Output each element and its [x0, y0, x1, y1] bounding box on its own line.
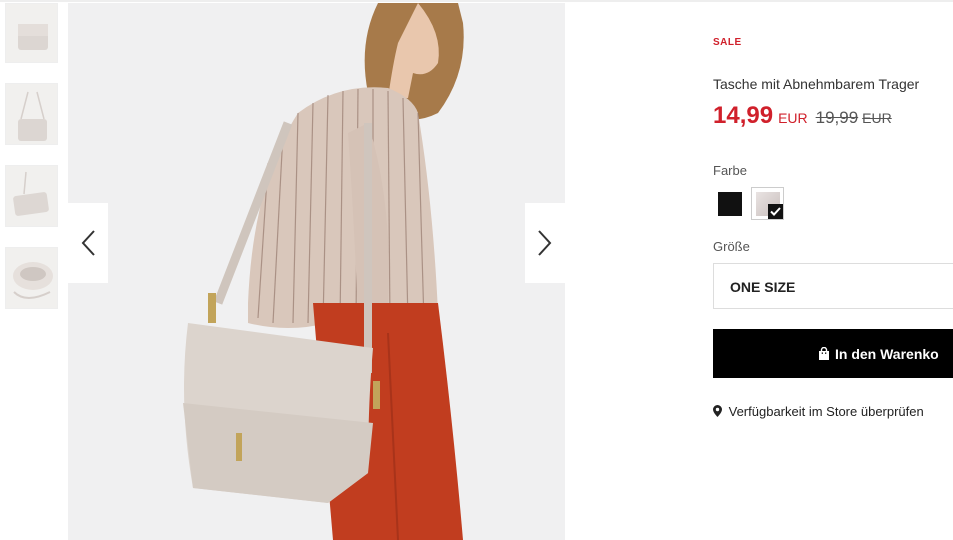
- thumbnail-bag-front[interactable]: [5, 3, 58, 63]
- chevron-right-icon: [538, 230, 552, 256]
- color-label: Farbe: [713, 163, 747, 178]
- product-main-image: [68, 3, 565, 540]
- location-pin-icon: [713, 405, 722, 417]
- current-price: 14,99: [713, 102, 774, 129]
- store-availability-label: Verfügbarkeit im Store überprüfen: [728, 404, 924, 419]
- sale-badge: SALE: [713, 37, 742, 48]
- current-price-currency: EUR: [778, 110, 808, 126]
- thumbnail-bag-strap[interactable]: [5, 83, 58, 145]
- add-to-cart-button[interactable]: In den Warenko: [713, 329, 953, 378]
- size-selector[interactable]: ONE SIZE: [713, 263, 953, 309]
- thumbnail-bag-open[interactable]: [5, 247, 58, 309]
- model-with-bag-illustration: [183, 3, 464, 540]
- top-divider: [0, 0, 953, 2]
- product-title: Tasche mit Abnehmbarem Trager: [713, 76, 920, 92]
- checkmark-icon: [768, 204, 783, 219]
- original-price: 19,99: [815, 108, 859, 127]
- original-price-currency: EUR: [862, 110, 892, 126]
- size-label: Größe: [713, 239, 750, 254]
- thumbnail-list: [5, 3, 58, 329]
- chevron-left-icon: [81, 230, 95, 256]
- next-image-button[interactable]: [525, 203, 565, 283]
- previous-image-button[interactable]: [68, 203, 108, 283]
- add-to-cart-label: In den Warenko: [835, 345, 939, 362]
- price-row: 14,99 EUR 19,99 EUR: [713, 102, 892, 130]
- thumbnail-bag-side[interactable]: [5, 165, 58, 227]
- store-availability-link[interactable]: Verfügbarkeit im Store überprüfen: [713, 404, 924, 419]
- shopping-bag-icon: [819, 347, 829, 360]
- color-swatch-black[interactable]: [718, 192, 742, 216]
- color-swatch-beige[interactable]: [751, 187, 784, 220]
